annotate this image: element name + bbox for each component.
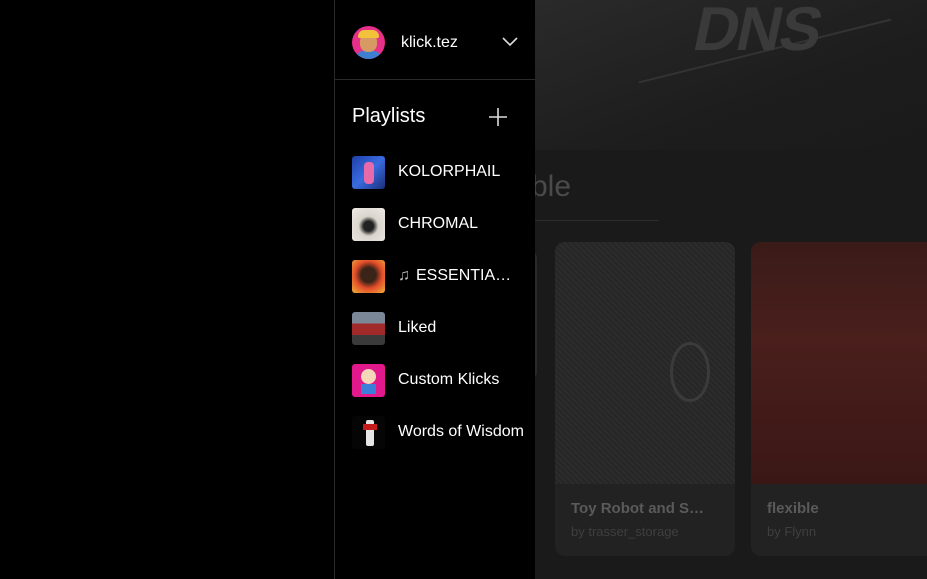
playlist-label: KOLORPHAIL [398,163,501,180]
hero-logo: DNS [687,0,828,64]
playlist-thumbnail [352,207,385,241]
add-playlist-plus-icon[interactable] [487,106,509,128]
album-card-artist: by Flynn [767,524,817,539]
album-card-title: flexible [767,500,819,517]
card-partial-left[interactable] [535,250,537,380]
playlist-thumbnail [352,155,385,189]
background-page: DNS ble Toy Robot and S… by trasser_stor… [535,0,927,579]
section-title: ble [535,170,572,203]
playlist-item-kolorphail[interactable]: KOLORPHAIL [335,146,535,198]
avatar-shirt [357,51,380,59]
playlist-item-essential[interactable]: ♫ ESSENTIA… [335,250,535,302]
playlist-label: Custom Klicks [398,371,500,388]
playlist-item-liked[interactable]: Liked [335,302,535,354]
album-card[interactable]: Toy Robot and S… by trasser_storage [555,242,735,556]
avatar-hat [358,30,379,38]
album-card-title: Toy Robot and S… [571,500,705,517]
playlist-label: ♫ ESSENTIA… [398,267,511,285]
playlist-thumbnail [352,311,385,345]
playlist-item-chromal[interactable]: CHROMAL [335,198,535,250]
hero-banner: DNS [535,0,927,150]
playlists-heading: Playlists [352,105,426,127]
playlist-thumbnail [352,259,385,293]
playlist-list: KOLORPHAIL CHROMAL ♫ ESSENTIA… Liked Cust… [335,146,535,458]
playlist-thumbnail [352,363,385,397]
playlist-item-custom-klicks[interactable]: Custom Klicks [335,354,535,406]
music-note-icon: ♫ [398,267,410,284]
album-card[interactable]: flexible by Flynn [751,242,927,556]
playlist-label: Liked [398,319,437,336]
album-card-artist: by trasser_storage [571,524,679,539]
account-username: klick.tez [401,34,458,51]
account-switcher[interactable]: klick.tez [335,0,535,80]
chevron-down-icon[interactable] [501,34,519,48]
avatar [352,26,385,59]
sidebar-drawer: klick.tez Playlists KOLORPHAIL CHROMAL ♫… [334,0,535,579]
album-art [751,242,927,484]
playlist-item-words-of-wisdom[interactable]: Words of Wisdom [335,406,535,458]
playlist-label-text: ESSENTIA… [416,267,512,284]
section-divider [535,220,659,221]
album-art [555,242,735,484]
playlist-label: Words of Wisdom [398,423,524,440]
album-art-shape [670,342,710,402]
playlist-thumbnail [352,415,385,449]
app-root: DNS ble Toy Robot and S… by trasser_stor… [0,0,927,579]
playlist-label: CHROMAL [398,215,479,232]
